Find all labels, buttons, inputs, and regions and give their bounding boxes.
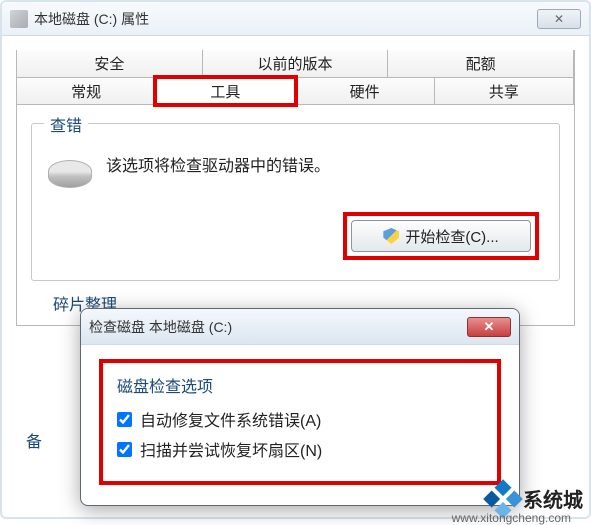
tab-tools[interactable]: 工具 — [155, 77, 295, 105]
drive-icon — [10, 10, 28, 28]
checkbox-auto-fix-input[interactable] — [117, 412, 132, 427]
tab-general[interactable]: 常规 — [16, 77, 156, 105]
start-check-label: 开始检查(C)... — [405, 226, 498, 247]
watermark: 系统城 www.xitongcheng.com — [489, 484, 583, 513]
watermark-url: www.xitongcheng.com — [452, 511, 571, 525]
dialog-close-icon[interactable]: ✕ — [467, 317, 511, 337]
check-disk-dialog: 检查磁盘 本地磁盘 (C:) ✕ 磁盘检查选项 自动修复文件系统错误(A) 扫描… — [80, 308, 520, 506]
tools-panel: 查错 该选项将检查驱动器中的错误。 开始检查(C)... 碎片整理 — [31, 123, 560, 315]
error-checking-group: 查错 该选项将检查驱动器中的错误。 开始检查(C)... — [31, 123, 560, 281]
checkbox-scan-recover-input[interactable] — [117, 442, 132, 457]
disc-icon — [48, 160, 92, 188]
truncated-label: 备 — [26, 428, 42, 452]
checkbox-auto-fix-label: 自动修复文件系统错误(A) — [140, 407, 321, 431]
start-check-button[interactable]: 开始检查(C)... — [351, 220, 531, 252]
dialog-titlebar[interactable]: 检查磁盘 本地磁盘 (C:) ✕ — [81, 309, 519, 345]
checkbox-scan-recover-label: 扫描并尝试恢复坏扇区(N) — [140, 437, 322, 461]
close-icon[interactable]: ✕ — [537, 9, 581, 29]
tab-sharing[interactable]: 共享 — [434, 77, 574, 105]
tab-container: 安全 以前的版本 配额 常规 工具 硬件 共享 查错 该选项将检查驱动器中的错误… — [16, 50, 575, 326]
group-label-check: 查错 — [44, 112, 88, 136]
tab-quota[interactable]: 配额 — [387, 50, 574, 78]
dialog-body: 磁盘检查选项 自动修复文件系统错误(A) 扫描并尝试恢复坏扇区(N) — [81, 345, 519, 499]
tab-hardware[interactable]: 硬件 — [295, 77, 435, 105]
checkbox-auto-fix[interactable]: 自动修复文件系统错误(A) — [117, 407, 483, 431]
tab-previous-versions[interactable]: 以前的版本 — [202, 50, 389, 78]
titlebar[interactable]: 本地磁盘 (C:) 属性 ✕ — [2, 2, 589, 36]
highlight-box: 开始检查(C)... — [343, 212, 539, 260]
window-title: 本地磁盘 (C:) 属性 — [34, 9, 537, 29]
tab-security[interactable]: 安全 — [16, 50, 203, 78]
options-title: 磁盘检查选项 — [117, 373, 483, 397]
options-highlight: 磁盘检查选项 自动修复文件系统错误(A) 扫描并尝试恢复坏扇区(N) — [99, 359, 501, 485]
shield-icon — [383, 228, 399, 244]
check-description: 该选项将检查驱动器中的错误。 — [106, 152, 330, 176]
watermark-brand: 系统城 — [523, 484, 583, 513]
checkbox-scan-recover[interactable]: 扫描并尝试恢复坏扇区(N) — [117, 437, 483, 461]
dialog-title: 检查磁盘 本地磁盘 (C:) — [89, 317, 467, 337]
